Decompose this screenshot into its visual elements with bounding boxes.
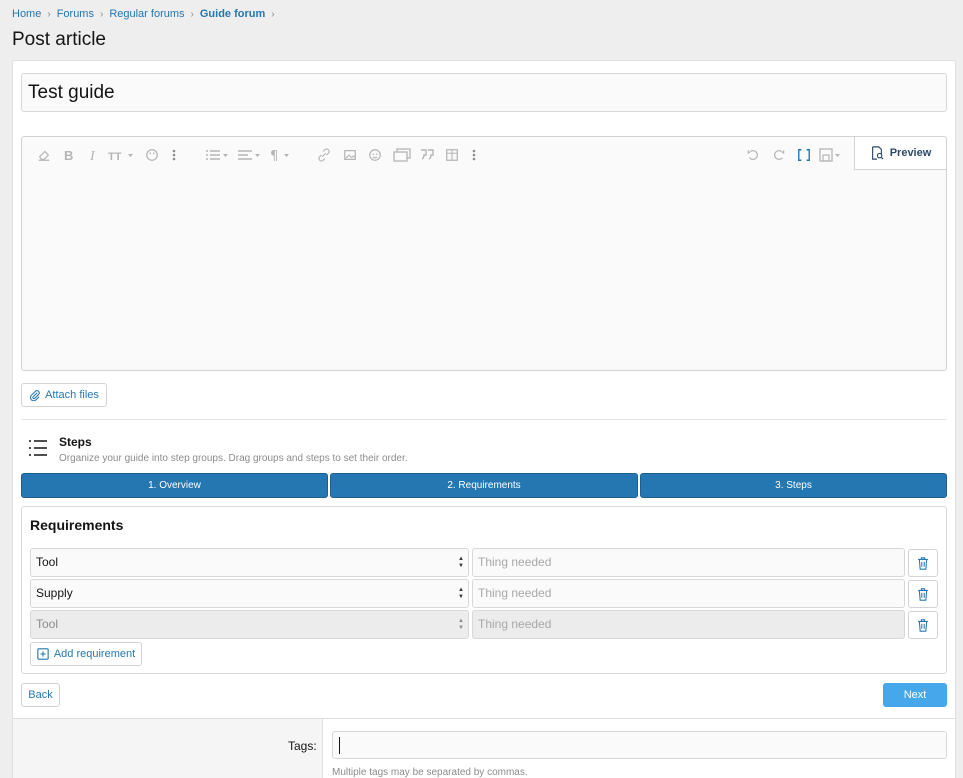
link-icon[interactable] — [317, 145, 331, 165]
requirement-type-value: Tool — [36, 555, 59, 569]
select-arrows-icon: ▲ ▼ — [458, 556, 464, 569]
chevron-right-icon: › — [190, 8, 194, 20]
table-icon[interactable] — [445, 145, 459, 165]
form-label-column — [13, 719, 323, 778]
requirements-title: Requirements — [30, 517, 124, 533]
requirement-type-select[interactable]: Tool ▲ ▼ — [30, 548, 469, 577]
add-requirement-label: Add requirement — [53, 648, 136, 660]
more-vertical-icon[interactable] — [172, 145, 176, 165]
color-palette-icon[interactable] — [145, 145, 159, 165]
delete-requirement-button[interactable] — [908, 549, 938, 577]
svg-text:B: B — [64, 148, 73, 162]
preview-label: Preview — [889, 147, 932, 159]
requirement-type-value: Supply — [36, 586, 73, 600]
trash-icon — [918, 587, 928, 601]
breadcrumb-regular-forums[interactable]: Regular forums — [109, 8, 184, 20]
tab-requirements[interactable]: 2. Requirements — [330, 473, 638, 498]
trash-icon — [918, 618, 928, 632]
back-button[interactable]: Back — [21, 683, 60, 707]
steps-description: Organize your guide into step groups. Dr… — [59, 453, 408, 464]
attach-files-button[interactable]: Attach files — [21, 383, 107, 407]
preview-tab[interactable]: Preview — [854, 136, 947, 170]
svg-text:I: I — [89, 149, 96, 162]
media-icon[interactable] — [393, 145, 411, 165]
requirement-type-select[interactable]: Supply ▲ ▼ — [30, 579, 469, 608]
add-requirement-button[interactable]: Add requirement — [30, 642, 142, 666]
tab-overview[interactable]: 1. Overview — [21, 473, 328, 498]
italic-icon[interactable]: I — [88, 145, 100, 165]
paperclip-icon — [30, 390, 40, 401]
next-button[interactable]: Next — [883, 683, 947, 707]
attach-files-label: Attach files — [45, 389, 99, 401]
breadcrumb-forums[interactable]: Forums — [57, 8, 94, 20]
select-arrows-icon: ▲ ▼ — [458, 618, 464, 631]
requirement-type-value: Tool — [36, 617, 59, 631]
tags-label: Tags: — [288, 739, 317, 753]
plus-square-icon — [37, 648, 49, 660]
list-icon[interactable] — [205, 145, 229, 165]
bold-icon[interactable]: B — [63, 145, 75, 165]
drafts-icon[interactable] — [819, 145, 843, 165]
quote-icon[interactable] — [419, 145, 435, 165]
eraser-icon[interactable] — [37, 145, 51, 165]
chevron-right-icon: › — [99, 8, 104, 20]
requirement-thing-input[interactable]: Thing needed — [472, 579, 905, 608]
page-title: Post article — [12, 29, 106, 50]
more-vertical-icon[interactable] — [472, 145, 476, 165]
select-arrows-icon: ▲ ▼ — [458, 587, 464, 600]
trash-icon — [918, 556, 928, 570]
chevron-right-icon: › — [271, 8, 275, 20]
title-input[interactable]: Test guide — [21, 73, 947, 112]
paragraph-icon[interactable]: ¶ — [269, 145, 293, 165]
rich-text-editor[interactable]: B I TT ¶ Preview — [21, 136, 947, 371]
svg-text:¶: ¶ — [270, 149, 278, 162]
preview-icon — [871, 146, 884, 160]
font-size-icon[interactable]: TT — [108, 145, 134, 165]
breadcrumb-guide-forum[interactable]: Guide forum — [200, 8, 265, 20]
list-ordered-icon — [28, 438, 48, 463]
requirement-type-select[interactable]: Tool ▲ ▼ — [30, 610, 469, 639]
chevron-right-icon: › — [47, 8, 51, 20]
tags-hint: Multiple tags may be separated by commas… — [332, 767, 528, 778]
requirement-thing-input[interactable]: Thing needed — [472, 548, 905, 577]
align-icon[interactable] — [237, 145, 261, 165]
requirement-thing-input[interactable]: Thing needed — [472, 610, 905, 639]
undo-icon[interactable] — [746, 145, 760, 165]
text-caret — [339, 737, 340, 754]
delete-requirement-button[interactable] — [908, 611, 938, 639]
redo-icon[interactable] — [772, 145, 786, 165]
breadcrumb-home[interactable]: Home — [12, 8, 41, 20]
tags-input[interactable] — [332, 731, 947, 759]
image-icon[interactable] — [343, 145, 357, 165]
divider — [21, 419, 947, 420]
svg-text:TT: TT — [108, 151, 122, 162]
smiley-icon[interactable] — [368, 145, 382, 165]
steps-title: Steps — [59, 435, 92, 449]
tab-steps[interactable]: 3. Steps — [640, 473, 947, 498]
bbcode-toggle-icon[interactable] — [797, 145, 811, 165]
delete-requirement-button[interactable] — [908, 580, 938, 608]
breadcrumb: Home › Forums › Regular forums › Guide f… — [12, 7, 281, 21]
